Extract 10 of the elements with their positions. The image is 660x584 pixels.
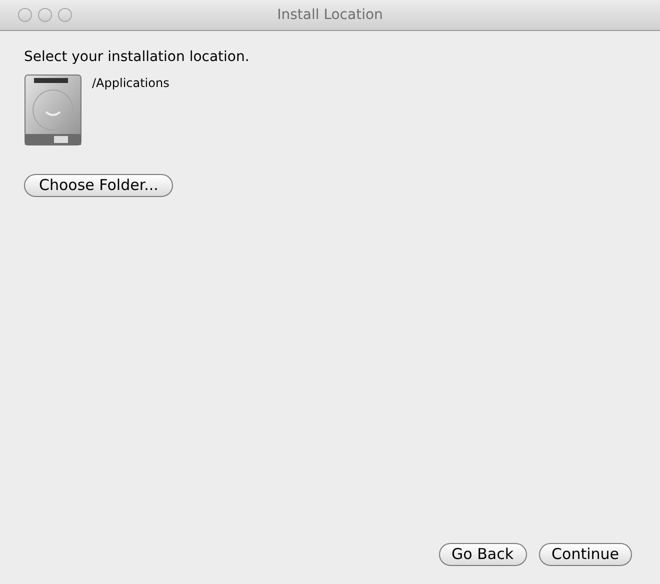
go-back-button[interactable]: Go Back (438, 543, 527, 566)
window-control-button[interactable] (58, 8, 72, 22)
window-control-button[interactable] (18, 8, 32, 22)
instruction-text: Select your installation location. (24, 48, 250, 67)
continue-button[interactable]: Continue (538, 543, 632, 566)
location-path: /Applications (92, 75, 170, 92)
choose-folder-button[interactable]: Choose Folder... (24, 174, 174, 197)
window-title: Install Location (277, 6, 383, 24)
hard-drive-icon (24, 74, 82, 146)
window-control-button[interactable] (38, 8, 52, 22)
